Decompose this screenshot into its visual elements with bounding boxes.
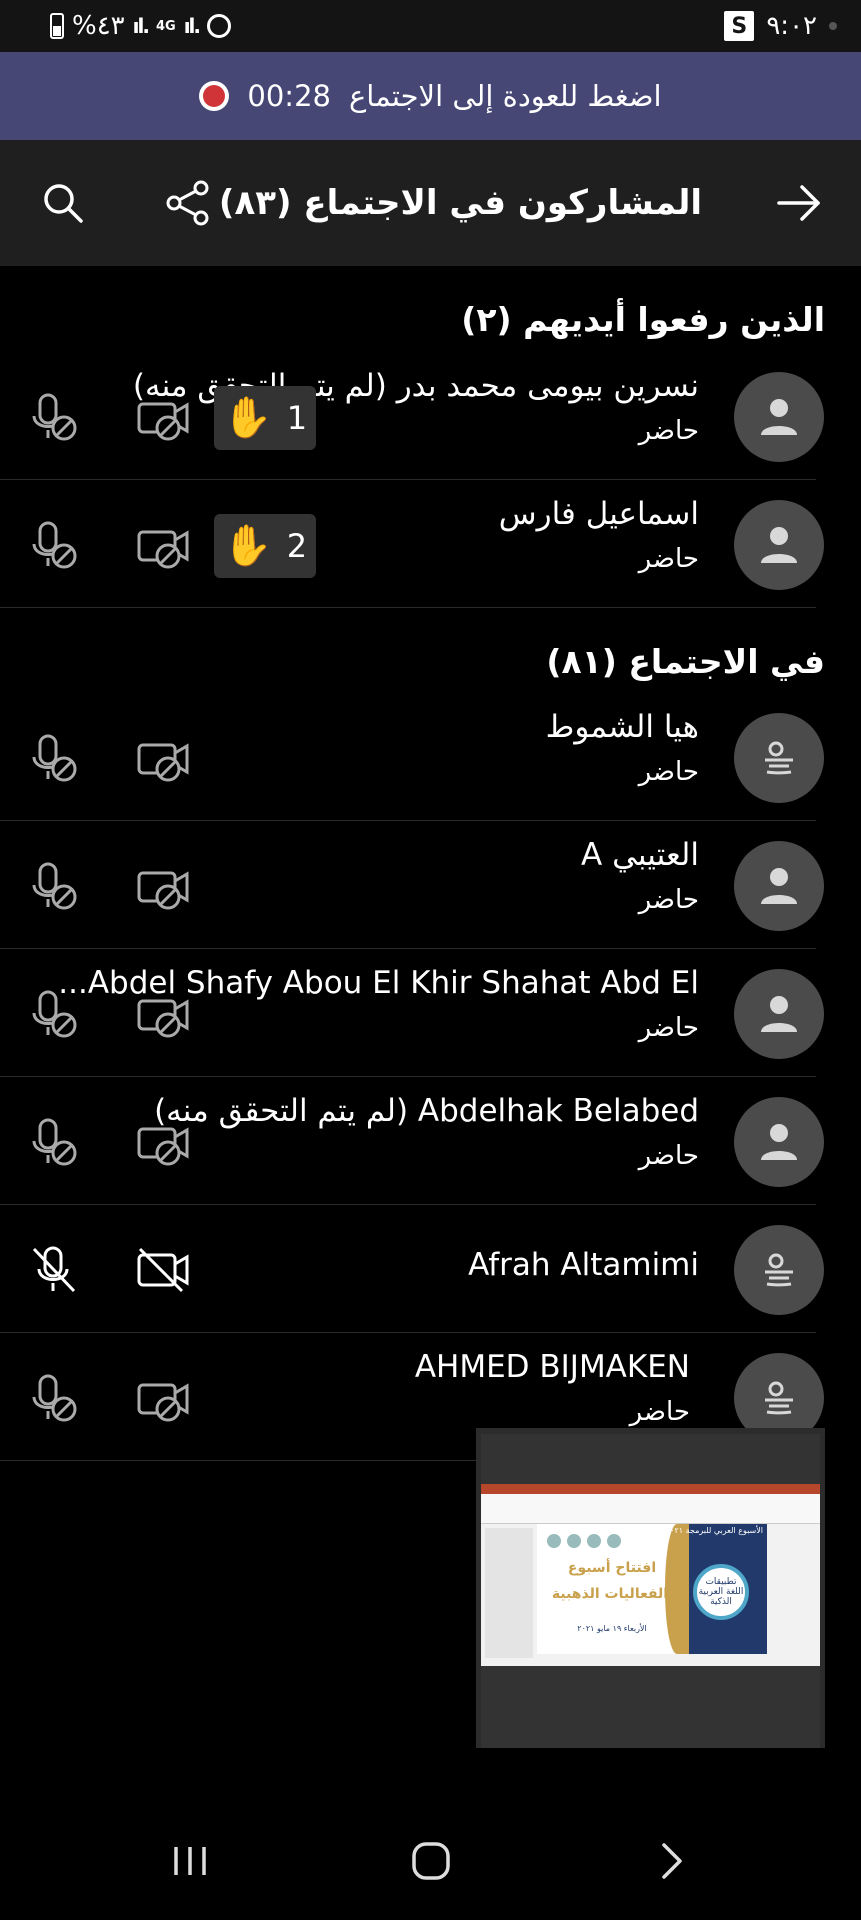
mic-off-icon (32, 1118, 77, 1166)
notification-dot-icon (829, 22, 837, 30)
participant-name: Abdelhak Belabed (لم يتم التحقق منه) (154, 1093, 699, 1129)
system-nav-bar (0, 1800, 861, 1920)
participant-name: هيا الشموط (545, 709, 699, 745)
signal-icon: ıl. (132, 14, 150, 38)
search-icon[interactable] (38, 178, 88, 228)
network-type: 4G (155, 18, 176, 34)
participant-name: Afrah Altamimi (468, 1247, 699, 1283)
participant-row[interactable]: Abdel Shafy Abou El Khir Shahat Abd El..… (0, 949, 824, 1077)
participant-status: حاضر (638, 1013, 699, 1043)
status-left: %٤٣ ıl. 4G ıl. (50, 10, 231, 42)
participant-status: حاضر (629, 1397, 690, 1427)
camera-off-icon (137, 1383, 189, 1422)
participant-status: حاضر (638, 544, 699, 574)
presentation-slide: الأسبوع العربي للبرمجة ٢٠٢١ تطبيقات اللغ… (537, 1524, 767, 1654)
raised-hand-icon: ✋ (222, 523, 273, 569)
slide-badge: تطبيقات اللغة العربية الذكية (693, 1564, 749, 1620)
avatar (734, 1225, 824, 1315)
back-arrow-icon[interactable] (774, 178, 824, 228)
slide-title-line1: افتتاح أسبوع (567, 1560, 657, 1576)
camera-off-icon (137, 743, 189, 782)
home-icon[interactable] (401, 1836, 461, 1886)
mic-off-icon (32, 862, 77, 910)
back-nav-icon[interactable] (641, 1836, 701, 1886)
participant-row[interactable]: اسماعيل فارس حاضر ✋ 2 (0, 480, 824, 608)
hand-order: 1 (286, 399, 308, 437)
mic-off-icon (32, 734, 77, 782)
participants-header: المشاركون في الاجتماع (٨٣) (0, 140, 861, 266)
recording-icon (199, 81, 230, 111)
presentation-titlebar (481, 1484, 820, 1494)
raised-hand-badge: ✋ 1 (214, 386, 316, 450)
in-meeting-section-title: في الاجتماع (٨١) (546, 642, 825, 681)
participant-status: حاضر (638, 1141, 699, 1171)
slide-title-line2: الفعاليات الذهبية (551, 1586, 669, 1602)
mic-off-icon (32, 521, 77, 569)
slide-date: الأربعاء ١٩ مايو ٢٠٢١ (577, 1624, 647, 1633)
presentation-ribbon (481, 1494, 820, 1524)
mic-off-icon (32, 393, 77, 441)
participant-row[interactable]: Afrah Altamimi (0, 1205, 824, 1333)
avatar (734, 1097, 824, 1187)
recent-apps-icon[interactable] (160, 1836, 220, 1886)
battery-percent: %٤٣ (72, 11, 125, 41)
video-bottom-bar (476, 1748, 825, 1776)
participant-row[interactable]: العتيبي A حاضر (0, 821, 824, 949)
mic-muted-icon (32, 1246, 76, 1293)
participant-status: حاضر (638, 757, 699, 787)
return-to-meeting-banner[interactable]: 00:28 اضغط للعودة إلى الاجتماع (0, 52, 861, 140)
participant-name: AHMED BIJMAKEN (414, 1349, 690, 1385)
participant-name: Abdel Shafy Abou El Khir Shahat Abd El..… (58, 965, 699, 1001)
status-right: S ٩:٠٢ (724, 10, 837, 42)
participant-status: حاضر (638, 885, 699, 915)
meeting-video-preview[interactable]: الأسبوع العربي للبرمجة ٢٠٢١ تطبيقات اللغ… (476, 1428, 825, 1776)
shared-screen: الأسبوع العربي للبرمجة ٢٠٢١ تطبيقات اللغ… (481, 1484, 820, 1666)
participant-row[interactable]: نسرين بيومى محمد بدر (لم يتم التحقق منه)… (0, 352, 824, 480)
participant-row[interactable]: هيا الشموط حاضر (0, 693, 824, 821)
battery-icon (50, 13, 64, 39)
avatar (734, 372, 824, 462)
participant-status: حاضر (638, 416, 699, 446)
raised-hand-icon: ✋ (222, 395, 273, 441)
avatar (734, 969, 824, 1059)
status-bar: %٤٣ ıl. 4G ıl. S ٩:٠٢ (0, 0, 861, 52)
participant-name: اسماعيل فارس (498, 496, 699, 532)
camera-disabled-icon (137, 1247, 189, 1293)
clock: ٩:٠٢ (766, 11, 817, 41)
raised-hand-badge: ✋ 2 (214, 514, 316, 578)
participant-name: العتيبي A (581, 837, 699, 873)
meeting-timer: 00:28 (247, 79, 331, 113)
signal-icon-2: ıl. (183, 14, 201, 38)
return-label: اضغط للعودة إلى الاجتماع (348, 79, 662, 113)
avatar (734, 500, 824, 590)
avatar (734, 841, 824, 931)
app-notification-icon: S (724, 11, 755, 41)
participant-row[interactable]: Abdelhak Belabed (لم يتم التحقق منه) حاض… (0, 1077, 824, 1205)
hand-order: 2 (286, 527, 308, 565)
avatar (734, 713, 824, 803)
camera-off-icon (137, 530, 189, 569)
slide-logos (547, 1534, 647, 1548)
slide-thumbnails (485, 1528, 533, 1658)
alarm-icon (207, 14, 231, 38)
camera-off-icon (137, 871, 189, 910)
camera-off-icon (137, 402, 189, 441)
raised-hands-section-title: الذين رفعوا أيديهم (٢) (461, 300, 825, 339)
mic-off-icon (32, 1374, 77, 1422)
page-title: المشاركون في الاجتماع (٨٣) (218, 183, 703, 223)
